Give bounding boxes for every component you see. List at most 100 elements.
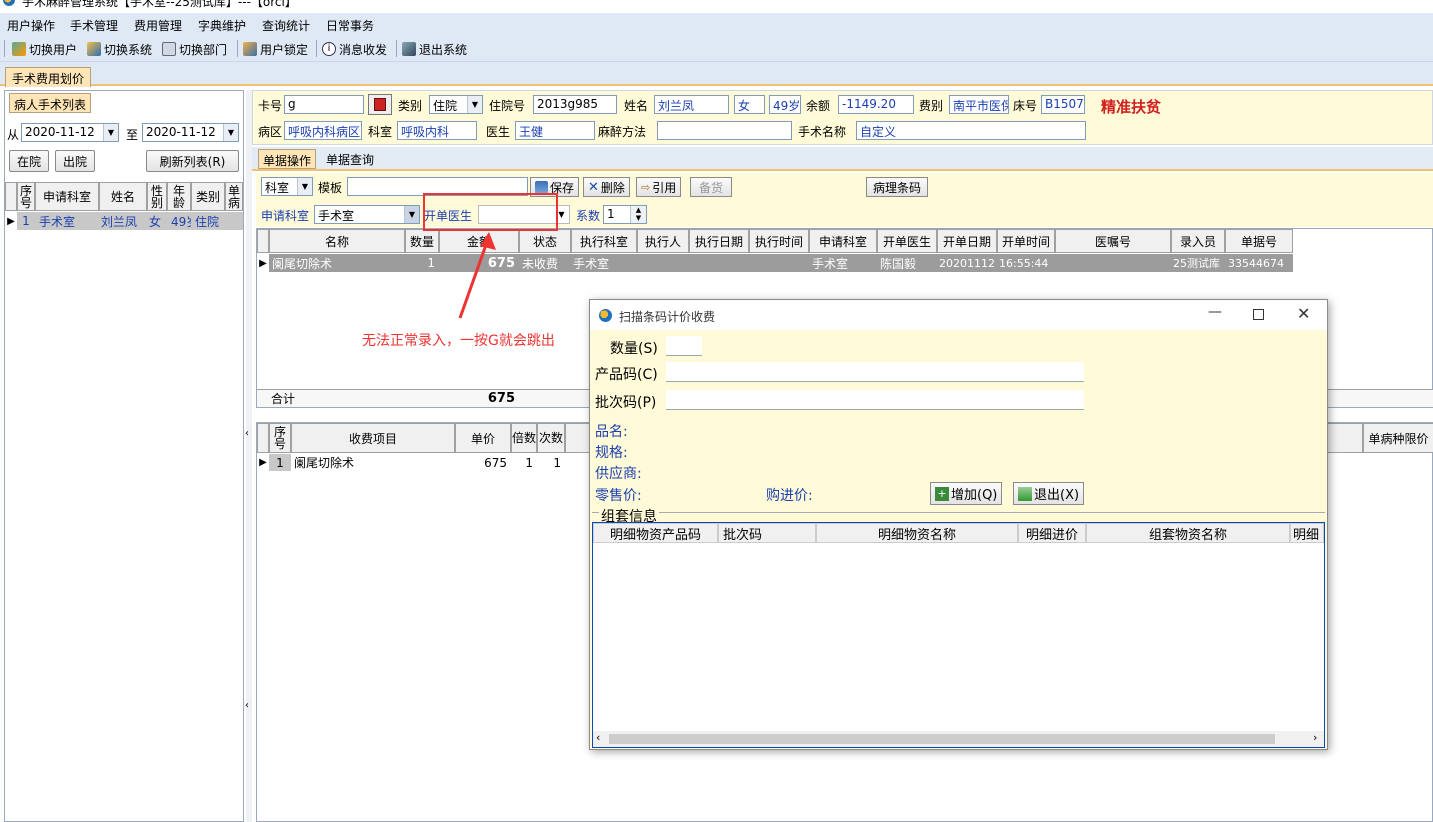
inpatient-no-field[interactable]: 2013g985 [533,95,617,114]
table-row[interactable]: 1 [269,454,291,471]
from-date-picker[interactable]: 2020-11-12 ▼ [21,123,119,142]
collapse-left-icon[interactable]: ‹ [245,428,249,439]
card-reader-button[interactable] [368,94,392,115]
col-detail: 明细 [1290,523,1324,543]
patient-name-field: 刘兰凤 [654,95,729,114]
col-order-time: 开单时间 [997,229,1055,253]
chevron-down-icon: ▼ [103,124,118,141]
add-button[interactable]: + 增加(Q) [930,482,1003,505]
title-bar: 手术麻醉管理系统【手术室--25测试库】---【orcl】 [0,0,1433,13]
poverty-tag: 精准扶贫 [1101,98,1162,116]
collapse-left-icon[interactable]: ‹ [245,700,249,711]
surgery-name-field: 自定义 [856,121,1086,140]
tab-bill-query[interactable]: 单据查询 [326,151,374,168]
col-executor: 执行人 [637,229,689,253]
to-date-picker[interactable]: 2020-11-12 ▼ [142,123,239,142]
doctor-field: 王健 [515,121,595,140]
batch-code-input[interactable] [666,390,1084,410]
minimize-icon[interactable]: — [1208,304,1222,320]
col-name: 姓名 [99,182,147,211]
scroll-left-icon[interactable]: ‹ [596,731,600,744]
card-no-input[interactable]: g [284,95,364,114]
delete-button[interactable]: ✕ 删除 [583,177,630,197]
maximize-icon[interactable] [1253,309,1264,320]
col-doctor: 开单医生 [877,229,937,253]
dept-field: 呼吸内科 [397,121,477,140]
tab-surgery-fee[interactable]: 手术费用划价 [5,67,92,87]
col-detail-price: 明细进价 [1018,523,1086,543]
dialog-title-bar: 扫描条码计价收费 — ✕ [590,300,1327,330]
total-amount: 675 [487,390,515,406]
inpatient-button[interactable]: 在院 [9,150,49,172]
anesthesia-field[interactable] [657,121,792,140]
patient-sex-field: 女 [734,95,765,114]
switch-system-button[interactable]: 切换系统 [87,40,152,58]
col-detail-product-code: 明细物资产品码 [593,523,718,543]
col-exec-dept: 执行科室 [571,229,637,253]
bed-no-field: B1507- [1041,95,1085,114]
barcode-charge-dialog: 扫描条码计价收费 — ✕ 数量(S) 产品码(C) 批次码(P) 品名: 规格:… [589,299,1328,750]
col-batch-code: 批次码 [718,523,816,543]
col-qty: 数量 [405,229,439,253]
menu-surgery[interactable]: 手术管理 [70,17,118,34]
splitter[interactable] [246,90,252,822]
total-label: 合计 [271,391,296,406]
stepper-arrows-icon[interactable]: ▲ ▼ [630,206,646,223]
message-button[interactable]: i 消息收发 [322,40,387,58]
menu-dictionary[interactable]: 字典维护 [198,17,246,34]
quantity-input[interactable] [666,336,702,356]
refresh-list-button[interactable]: 刷新列表(R) [146,150,239,172]
group-info-grid: 明细物资产品码 批次码 明细物资名称 明细进价 组套物资名称 明细 ‹ › [592,522,1325,748]
exit-system-button[interactable]: 退出系统 [402,40,467,58]
col-age: 年龄 [167,182,191,211]
col-price: 单价 [455,423,511,453]
col-exec-time: 执行时间 [749,229,809,253]
pathology-barcode-button[interactable]: 病理条码 [866,177,928,197]
close-icon[interactable]: ✕ [1297,304,1310,323]
menu-query[interactable]: 查询统计 [262,17,310,34]
toolbar-grip [4,40,5,57]
patient-list-panel: 病人手术列表 从 2020-11-12 ▼ 至 2020-11-12 ▼ 在院 … [4,90,244,822]
row-pointer-icon: ▶ [259,257,267,269]
dept-type-select[interactable]: 科室 ▼ [261,177,313,196]
category-select[interactable]: 住院 ▼ [429,95,483,114]
cite-button[interactable]: ⇨ 引用 [636,177,682,197]
menu-bar: 用户操作 手术管理 费用管理 字典维护 查询统计 日常事务 [0,13,1433,35]
col-times: 次数 [537,423,565,453]
switch-dept-button[interactable]: 切换部门 [162,40,227,58]
col-exec-date: 执行日期 [689,229,749,253]
exit-button[interactable]: 退出(X) [1013,482,1085,505]
scroll-right-icon[interactable]: › [1313,731,1317,744]
annotation-arrow-icon [458,232,496,319]
menu-fees[interactable]: 费用管理 [134,17,182,34]
apply-dept-select[interactable]: 手术室 ▼ [314,205,420,224]
dialog-title: 扫描条码计价收费 [619,310,716,324]
lock-user-button[interactable]: 用户锁定 [243,40,308,58]
col-multiple: 倍数 [511,423,537,453]
patient-info-panel: 卡号 g 类别 住院 ▼ 住院号 2013g985 姓名 刘兰凤 女 49岁 余… [252,90,1433,145]
col-name: 名称 [269,229,405,253]
tab-bill-ops[interactable]: 单据操作 [258,149,317,169]
col-apply-dept: 申请科室 [809,229,877,253]
tab-patient-list[interactable]: 病人手术列表 [9,93,92,113]
switch-user-button[interactable]: 切换用户 [12,40,77,58]
save-icon [535,180,548,194]
discharged-button[interactable]: 出院 [55,150,95,172]
chevron-down-icon: ▼ [297,178,312,195]
scrollbar-thumb[interactable] [609,734,1275,744]
card-reader-icon [374,98,386,111]
chevron-down-icon: ▼ [223,124,238,141]
product-code-input[interactable] [666,362,1084,382]
menu-user-ops[interactable]: 用户操作 [7,17,55,34]
stock-button[interactable]: 备货 [690,177,732,197]
cite-icon: ⇨ [641,180,651,194]
col-price-limit: 单病种限价 [1363,423,1433,453]
annotation-text: 无法正常录入，一按G就会跳出 [362,333,555,349]
message-icon: i [322,42,336,56]
lock-user-icon [243,42,257,56]
menu-daily[interactable]: 日常事务 [326,17,374,34]
toolbar: 切换用户 切换系统 切换部门 用户锁定 i 消息收发 退出系统 [0,35,1433,62]
col-single-disease: 单病 [225,182,243,211]
chevron-down-icon: ▼ [467,96,482,113]
col-no: 序号 [17,182,35,211]
